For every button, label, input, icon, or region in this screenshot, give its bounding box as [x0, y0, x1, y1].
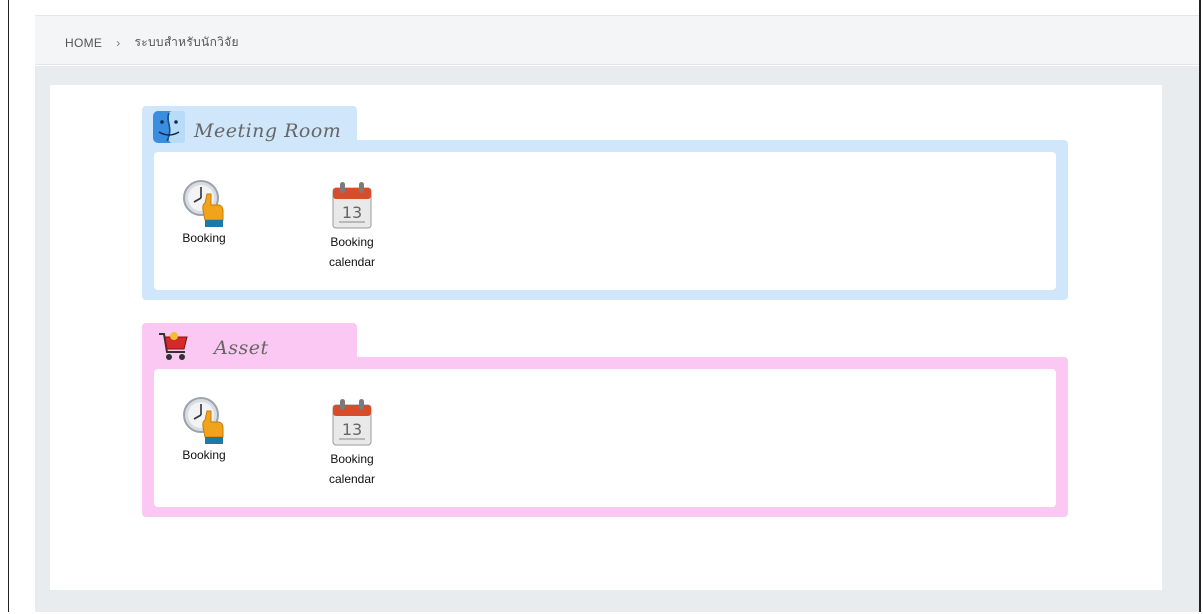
booking-label: Booking [182, 448, 226, 462]
asset-inner [154, 369, 1056, 507]
meeting-room-inner [154, 152, 1056, 290]
booking-calendar-label-line2: calendar [328, 472, 376, 486]
meeting-room-panel: Meeting Room Booking 13 Booking calendar [142, 106, 1068, 300]
clock-hand-icon [183, 180, 224, 227]
asset-booking-calendar-button[interactable]: 13 Booking calendar [312, 397, 392, 489]
meeting-room-booking-button[interactable]: Booking [164, 178, 244, 248]
finder-face-icon [153, 111, 185, 143]
calendar-day: 13 [342, 420, 362, 439]
top-bar: HOME › ระบบสำหรับนักวิจัย [35, 15, 1199, 65]
clock-hand-icon [183, 397, 224, 444]
booking-calendar-label-line1: Booking [330, 452, 374, 466]
meeting-room-title: Meeting Room [194, 120, 342, 142]
breadcrumb-separator: › [116, 35, 121, 50]
calendar-icon: 13 [332, 399, 372, 446]
calendar-icon: 13 [332, 182, 372, 229]
calendar-day: 13 [342, 203, 362, 222]
booking-calendar-label: Booking calendar [312, 449, 392, 489]
breadcrumb-current: ระบบสำหรับนักวิจัย [134, 35, 239, 49]
asset-title: Asset [214, 337, 269, 359]
booking-calendar-label-line2: calendar [328, 255, 376, 269]
breadcrumb-home-link[interactable]: HOME [65, 36, 102, 50]
booking-label: Booking [182, 231, 226, 245]
booking-calendar-label-line1: Booking [330, 235, 374, 249]
breadcrumb: HOME › ระบบสำหรับนักวิจัย [65, 33, 239, 52]
meeting-room-box [142, 140, 1068, 300]
asset-box [142, 357, 1068, 517]
shopping-cart-icon [159, 332, 188, 360]
asset-panel: Asset Booking 13 Booking calendar [142, 323, 1068, 517]
asset-booking-button[interactable]: Booking [164, 395, 244, 465]
booking-calendar-label: Booking calendar [312, 232, 392, 272]
meeting-room-booking-calendar-button[interactable]: 13 Booking calendar [312, 180, 392, 272]
